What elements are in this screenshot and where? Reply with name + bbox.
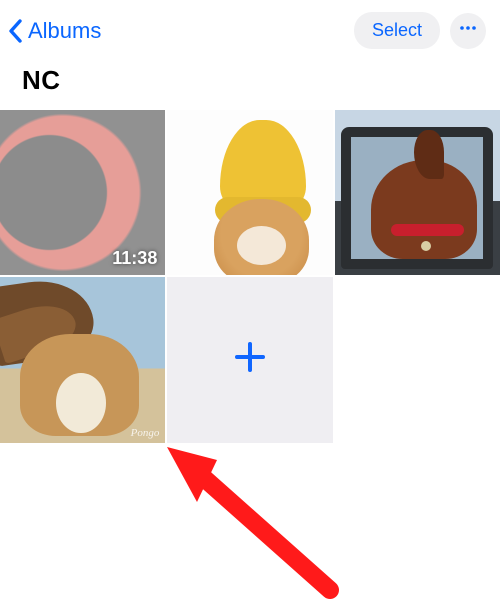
photo-watermark: Pongo <box>131 427 160 439</box>
back-label: Albums <box>28 18 101 44</box>
grid-item-video[interactable]: 11:38 <box>0 110 165 275</box>
grid-item-photo[interactable] <box>335 110 500 275</box>
photo-grid: 11:38 Pongo <box>0 110 500 443</box>
ellipsis-icon <box>458 18 478 43</box>
grid-item-photo[interactable] <box>167 110 332 275</box>
back-button[interactable]: Albums <box>6 17 101 45</box>
select-button[interactable]: Select <box>354 12 440 49</box>
select-label: Select <box>372 20 422 40</box>
photo-content <box>421 241 431 251</box>
grid-item-photo[interactable]: Pongo <box>0 277 165 442</box>
video-duration: 11:38 <box>112 248 157 269</box>
chevron-left-icon <box>6 17 26 45</box>
more-button[interactable] <box>450 13 486 49</box>
nav-bar: Albums Select <box>0 0 500 61</box>
photo-content <box>56 373 106 433</box>
photo-content <box>414 130 444 180</box>
photo-content <box>391 224 464 236</box>
plus-icon <box>232 339 268 380</box>
add-photo-button[interactable] <box>167 277 332 442</box>
nav-actions: Select <box>354 12 486 49</box>
album-title: NC <box>0 61 500 110</box>
